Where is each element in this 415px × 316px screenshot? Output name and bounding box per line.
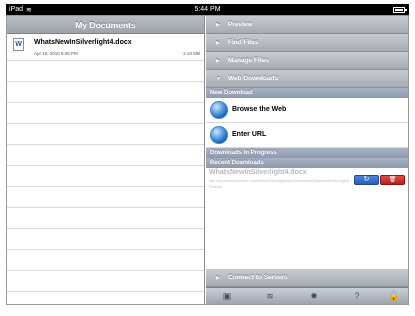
list-item — [7, 61, 204, 82]
recent-download-status: Finished — [209, 185, 223, 189]
section-label: Connect to Servers — [228, 274, 288, 281]
list-item — [7, 187, 204, 208]
help-icon[interactable]: ? — [350, 290, 364, 302]
section-label: Web Downloads — [228, 75, 279, 82]
list-item — [7, 166, 204, 187]
documents-pane: My Documents WhatsNewInSilverlight4.docx… — [7, 16, 205, 304]
document-row[interactable]: WhatsNewInSilverlight4.docx Apr 19, 2010… — [7, 34, 204, 61]
list-item — [7, 229, 204, 250]
section-connect-to-servers[interactable]: ▶ Connect to Servers — [206, 269, 408, 287]
list-item — [7, 124, 204, 145]
disclosure-right-icon: ▶ — [216, 58, 220, 64]
clock: 5:44 PM — [194, 6, 221, 13]
recent-downloads-header: Recent Downloads — [206, 158, 408, 168]
enter-url-button[interactable]: Enter URL — [206, 123, 408, 148]
disclosure-down-icon: ▼ — [216, 76, 221, 82]
disclosure-right-icon: ▶ — [216, 22, 220, 28]
section-find-files[interactable]: ▶ Find Files — [206, 34, 408, 52]
battery-icon — [393, 7, 407, 13]
enter-url-label: Enter URL — [232, 131, 267, 138]
section-label: Manage Files — [228, 57, 269, 64]
disclosure-right-icon: ▶ — [216, 40, 220, 46]
lock-icon[interactable]: 🔓 — [387, 290, 401, 302]
document-size: 2.10 MB — [183, 51, 200, 56]
wifi-icon[interactable]: ≋ — [263, 290, 277, 302]
recent-download-name: WhatsNewInSilverlight4.docx — [209, 169, 307, 176]
bottom-toolbar: ▣ ≋ ✹ ? 🔓 — [206, 287, 408, 304]
section-preview[interactable]: ▶ Preview — [206, 16, 408, 34]
status-bar: iPad ≋ 5:44 PM — [6, 4, 409, 15]
list-item — [7, 271, 204, 292]
list-item — [7, 103, 204, 124]
browse-the-web-label: Browse the Web — [232, 106, 287, 113]
document-date: Apr 19, 2010 5:26 PM — [34, 51, 78, 56]
camera-icon[interactable]: ▣ — [220, 290, 234, 302]
trash-icon: 🗑 — [388, 177, 397, 183]
list-item — [7, 82, 204, 103]
gear-icon[interactable]: ✹ — [307, 290, 321, 302]
documents-title: My Documents — [7, 16, 204, 34]
globe-icon — [210, 101, 228, 119]
section-manage-files[interactable]: ▶ Manage Files — [206, 52, 408, 70]
section-label: Preview — [228, 21, 253, 28]
app-window: My Documents WhatsNewInSilverlight4.docx… — [6, 15, 409, 305]
retry-button[interactable]: ↻ — [354, 175, 379, 185]
disclosure-right-icon: ▶ — [216, 275, 220, 281]
actions-pane: ▶ Preview ▶ Find Files ▶ Manage Files ▼ … — [206, 16, 408, 304]
globe-icon — [210, 126, 228, 144]
new-download-header: New Download — [206, 88, 408, 98]
recent-download-item: WhatsNewInSilverlight4.docx http://ecn.c… — [206, 168, 408, 193]
word-document-icon — [13, 38, 24, 51]
refresh-icon: ↻ — [363, 176, 370, 183]
document-name: WhatsNewInSilverlight4.docx — [34, 39, 132, 46]
list-item — [7, 208, 204, 229]
recent-download-url: http://ecn.channel9.msdn.com/o9/learn/Si… — [209, 179, 349, 183]
list-item — [7, 145, 204, 166]
section-label: Find Files — [228, 39, 259, 46]
section-web-downloads[interactable]: ▼ Web Downloads — [206, 70, 408, 88]
downloads-in-progress-header: Downloads in Progress — [206, 148, 408, 158]
list-item — [7, 250, 204, 271]
delete-button[interactable]: 🗑 — [380, 175, 405, 185]
browse-the-web-button[interactable]: Browse the Web — [206, 98, 408, 123]
